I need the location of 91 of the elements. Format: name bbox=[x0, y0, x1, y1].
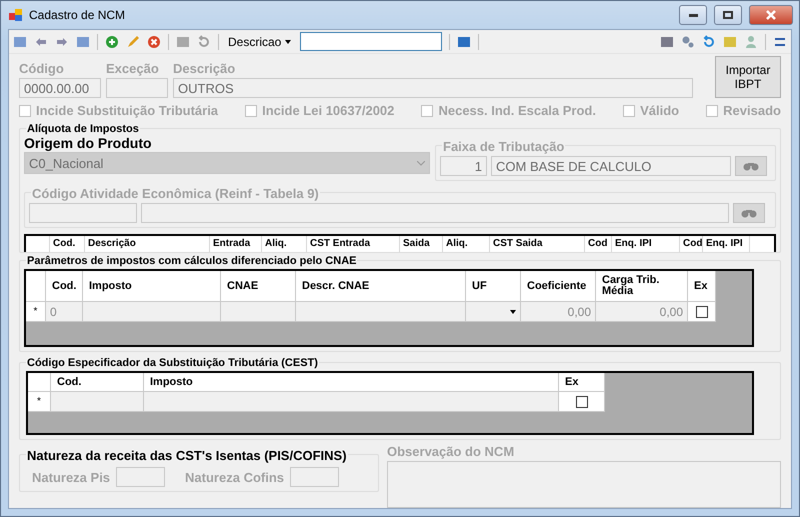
table-cell: 0 bbox=[46, 302, 83, 322]
close-icon bbox=[766, 10, 776, 20]
checkbox[interactable] bbox=[576, 396, 588, 408]
column-header: Ex bbox=[559, 373, 605, 392]
code-field[interactable]: 0000.00.00 bbox=[19, 78, 101, 98]
column-header: Imposto bbox=[83, 271, 221, 302]
chevron-icon bbox=[417, 160, 425, 166]
group-title: Faixa de Tributação bbox=[442, 138, 566, 154]
column-header: CST Saida bbox=[493, 238, 542, 249]
column-header: Ex bbox=[688, 271, 716, 302]
row-header-cell bbox=[26, 271, 46, 302]
table-cell: 0,00 bbox=[596, 302, 688, 322]
field-label: Código bbox=[19, 61, 65, 76]
column-header: Cod bbox=[683, 238, 702, 249]
description-field[interactable]: OUTROS bbox=[173, 78, 693, 98]
notes-field[interactable] bbox=[387, 461, 781, 508]
group-title: Alíquota de Impostos bbox=[26, 122, 140, 136]
checkbox[interactable] bbox=[696, 306, 708, 318]
search-by-dropdown[interactable]: Descricao bbox=[226, 34, 294, 48]
checkbox-label: Incide Lei 10637/2002 bbox=[262, 103, 394, 118]
activity-field[interactable] bbox=[141, 203, 729, 223]
binoculars-icon bbox=[741, 208, 757, 218]
search-button[interactable] bbox=[733, 203, 765, 223]
group-title: Natureza da receita das CST's Isentas (PIS/COFINS) bbox=[26, 448, 348, 462]
window-title: Cadastro de NCM bbox=[29, 8, 126, 22]
group-title: Parâmetros de impostos com cálculos diferenciado pelo CNAE bbox=[26, 254, 358, 268]
column-header: Enq. IPI bbox=[615, 238, 652, 249]
minimize-button[interactable] bbox=[679, 5, 707, 25]
column-header: UF bbox=[466, 271, 521, 302]
person-icon[interactable] bbox=[744, 34, 758, 48]
range-field[interactable]: COM BASE DE CALCULO bbox=[491, 156, 731, 176]
column-header: Descrição bbox=[88, 238, 136, 249]
column-header: Cod. bbox=[46, 271, 83, 302]
column-header: Descr. CNAE bbox=[296, 271, 466, 302]
group-title: Código Especificador da Substituição Tributária (CEST) bbox=[26, 356, 319, 370]
field-label: Observação do NCM bbox=[387, 444, 516, 459]
column-header: Aliq. bbox=[265, 238, 287, 249]
column-header: Cod bbox=[588, 238, 608, 249]
column-header: Coeficiente bbox=[521, 271, 596, 302]
undo-icon[interactable] bbox=[197, 34, 211, 48]
delete-icon[interactable] bbox=[147, 34, 161, 48]
column-header: Cod. bbox=[51, 373, 144, 392]
app-icon bbox=[9, 8, 23, 22]
uf-dropdown[interactable] bbox=[466, 302, 521, 322]
group-title: Código Atividade Econômica (Reinf - Tabela 9) bbox=[31, 186, 320, 200]
origin-dropdown[interactable]: C0_Nacional bbox=[24, 152, 430, 174]
row-header-cell bbox=[28, 373, 51, 392]
new-row-marker: * bbox=[28, 392, 51, 412]
search-field[interactable] bbox=[300, 32, 442, 51]
column-header: CNAE bbox=[221, 271, 296, 302]
field-label: Descrição bbox=[173, 61, 236, 76]
checkbox-label: Válido bbox=[640, 103, 680, 118]
binoculars-icon bbox=[743, 161, 759, 171]
refresh-icon[interactable] bbox=[702, 34, 716, 48]
maximize-icon bbox=[723, 11, 733, 19]
checkbox[interactable] bbox=[706, 104, 718, 116]
dropdown-arrow-icon bbox=[510, 310, 516, 314]
checkbox[interactable] bbox=[245, 104, 258, 116]
activity-code-field[interactable] bbox=[29, 203, 137, 223]
column-header: Aliq. bbox=[446, 238, 468, 249]
range-code-field[interactable]: 1 bbox=[440, 156, 487, 176]
pis-field[interactable] bbox=[116, 467, 166, 487]
pencil-icon[interactable] bbox=[126, 34, 140, 48]
field-label: Origem do Produto bbox=[24, 135, 153, 151]
table-cell: 0,00 bbox=[521, 302, 596, 322]
checkbox[interactable] bbox=[623, 104, 636, 116]
checkbox[interactable] bbox=[421, 104, 434, 116]
column-header: Saida bbox=[403, 238, 430, 249]
field-label: Exceção bbox=[106, 61, 160, 76]
checkbox-label: Necess. Ind. Escala Prod. bbox=[438, 103, 596, 118]
column-header: Entrada bbox=[213, 238, 250, 249]
checkbox-label: Revisado bbox=[723, 103, 781, 118]
checkbox-label: Incide Substituição Tributária bbox=[36, 103, 218, 118]
checkbox[interactable] bbox=[19, 104, 31, 116]
column-header: CST Entrada bbox=[310, 238, 370, 249]
maximize-button[interactable] bbox=[714, 5, 742, 25]
column-header: Carga Trib. Média bbox=[596, 271, 688, 302]
new-row-marker: * bbox=[26, 302, 46, 322]
field-label: Natureza Pis bbox=[32, 470, 110, 484]
add-icon[interactable] bbox=[105, 34, 119, 48]
field-label: Natureza Cofins bbox=[185, 470, 284, 484]
minimize-icon bbox=[688, 14, 698, 16]
column-header: Enq. IPI bbox=[706, 238, 743, 249]
import-button[interactable]: Importar IBPT bbox=[715, 56, 781, 98]
exception-field[interactable] bbox=[106, 78, 168, 98]
close-button[interactable] bbox=[749, 5, 793, 25]
column-header: Cod. bbox=[53, 238, 76, 249]
search-button[interactable] bbox=[735, 156, 767, 176]
caret-icon bbox=[285, 40, 292, 44]
column-header: Imposto bbox=[144, 373, 559, 392]
cofins-field[interactable] bbox=[290, 467, 340, 487]
